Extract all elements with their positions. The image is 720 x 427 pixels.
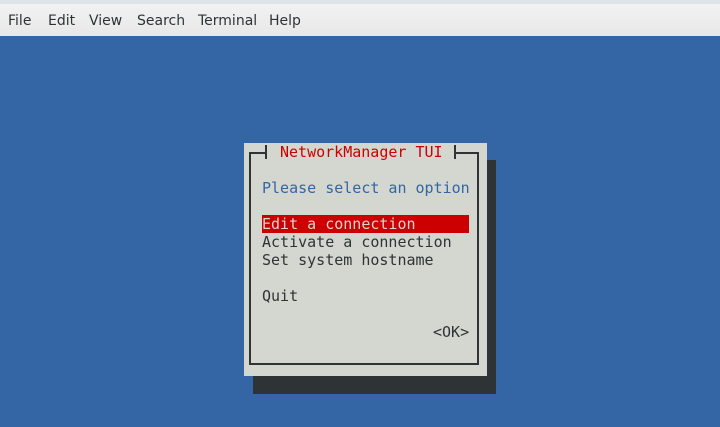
frame-tick-right xyxy=(454,145,456,159)
menu-file[interactable]: File xyxy=(8,13,31,29)
frame-top-left xyxy=(249,152,266,154)
menu-edit[interactable]: Edit xyxy=(48,13,75,29)
ok-button[interactable]: <OK> xyxy=(433,323,469,341)
menu-help[interactable]: Help xyxy=(269,13,301,29)
menu-terminal[interactable]: Terminal xyxy=(198,13,257,29)
option-activate-connection[interactable]: Activate a connection xyxy=(262,233,469,251)
option-quit[interactable]: Quit xyxy=(262,287,469,305)
frame-top-right xyxy=(455,152,479,154)
menu-view[interactable]: View xyxy=(89,13,122,29)
menu-search[interactable]: Search xyxy=(137,13,185,29)
option-edit-connection[interactable]: Edit a connection xyxy=(262,215,469,233)
dialog-title: NetworkManager TUI xyxy=(280,143,443,161)
option-set-hostname[interactable]: Set system hostname xyxy=(262,251,469,269)
menubar: File Edit View Search Terminal Help xyxy=(0,0,720,36)
prompt-text: Please select an option xyxy=(262,179,470,197)
nmtui-dialog: NetworkManager TUI Please select an opti… xyxy=(244,143,487,376)
frame-tick-left xyxy=(265,145,267,159)
